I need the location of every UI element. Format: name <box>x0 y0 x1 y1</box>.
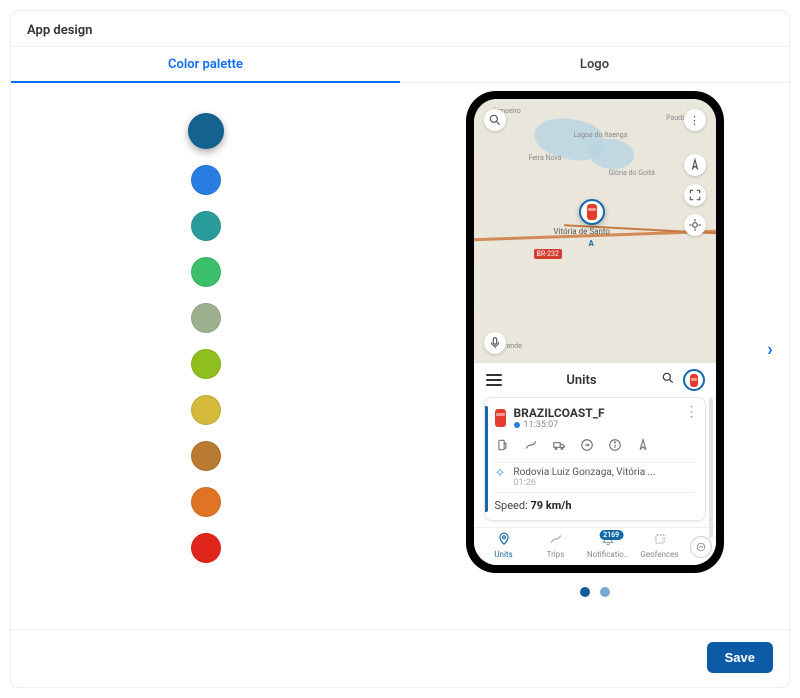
nav-trips[interactable]: Trips <box>530 532 582 559</box>
color-swatch[interactable] <box>191 441 221 471</box>
save-button[interactable]: Save <box>707 642 773 673</box>
bottom-nav: Units Trips 2169 <box>474 527 716 565</box>
navigate-icon[interactable] <box>635 438 651 456</box>
nav-units[interactable]: Units <box>478 532 530 559</box>
status-dot <box>514 422 520 428</box>
color-swatch[interactable] <box>191 257 221 287</box>
map-place-label: Feira Nova <box>529 154 562 162</box>
route-icon: ✧ <box>495 467 506 480</box>
car-icon <box>495 409 506 427</box>
tab-logo[interactable]: Logo <box>400 47 789 82</box>
color-swatch[interactable] <box>191 533 221 563</box>
divider <box>495 462 695 463</box>
info-icon[interactable] <box>607 438 623 456</box>
color-swatch[interactable] <box>191 165 221 195</box>
selected-unit-avatar[interactable] <box>683 369 705 391</box>
truck-icon[interactable] <box>551 438 567 456</box>
map-area[interactable]: BR-232 Limoeiro Paudalho Lagoa do Itaeng… <box>474 99 716 362</box>
map-place-label: Glória do Goitá <box>609 169 655 177</box>
fuel-icon[interactable] <box>495 438 511 456</box>
palette-column <box>11 83 400 623</box>
color-swatch[interactable] <box>191 349 221 379</box>
pager-dot[interactable] <box>580 587 590 597</box>
color-swatch[interactable] <box>191 395 221 425</box>
content: BR-232 Limoeiro Paudalho Lagoa do Itaeng… <box>11 83 789 623</box>
map-a-marker: A <box>589 239 594 248</box>
color-swatch[interactable] <box>188 113 224 149</box>
search-icon[interactable] <box>484 109 506 131</box>
app-design-panel: App design Color palette Logo <box>10 10 790 688</box>
speed-row: Speed: 79 km/h <box>495 499 695 512</box>
map-place-label: Lagoa do Itaenga <box>574 131 628 139</box>
unit-marker[interactable] <box>579 199 605 225</box>
nav-label: Trips <box>547 550 565 559</box>
more-icon[interactable]: ⋮ <box>685 408 699 416</box>
pin-icon <box>478 532 530 550</box>
divider <box>495 492 695 493</box>
sheet-title: Units <box>566 373 596 388</box>
chevron-right-icon[interactable]: › <box>759 338 781 360</box>
more-icon[interactable]: ⋮ <box>684 109 706 131</box>
share-icon[interactable] <box>579 438 595 456</box>
nav-label: Geofences <box>640 550 678 559</box>
card-accent <box>485 406 488 512</box>
menu-icon[interactable] <box>486 374 502 386</box>
nav-notifications[interactable]: 2169 Notificatio.. <box>582 532 634 559</box>
bottom-sheet: Units <box>474 362 716 565</box>
sheet-header: Units <box>474 363 716 397</box>
car-icon <box>587 204 597 220</box>
unit-time: 11:35:07 <box>524 420 559 430</box>
nav-geofences[interactable]: Geofences <box>634 532 686 559</box>
mic-icon[interactable] <box>484 332 506 354</box>
scrollbar[interactable] <box>709 398 713 538</box>
search-icon[interactable] <box>661 371 675 389</box>
phone-screen: BR-232 Limoeiro Paudalho Lagoa do Itaeng… <box>474 99 716 565</box>
nav-label: Notificatio.. <box>587 550 628 559</box>
unit-name: BRAZILCOAST_F <box>514 406 605 420</box>
card-action-icons <box>495 438 695 456</box>
tab-color-palette[interactable]: Color palette <box>11 47 400 82</box>
road-badge: BR-232 <box>534 249 562 259</box>
car-icon <box>690 374 698 387</box>
color-swatch[interactable] <box>191 211 221 241</box>
compass-icon[interactable] <box>684 154 706 176</box>
nav-label: Units <box>494 550 512 559</box>
color-swatch[interactable] <box>191 487 221 517</box>
locate-icon[interactable] <box>684 214 706 236</box>
color-swatch[interactable] <box>191 303 221 333</box>
panel-title: App design <box>11 23 789 46</box>
notifications-badge: 2169 <box>599 530 623 540</box>
unit-address-time: 01:26 <box>513 478 655 488</box>
fullscreen-icon[interactable] <box>684 184 706 206</box>
geofence-icon <box>634 532 686 550</box>
footer: Save <box>11 629 789 687</box>
tabs: Color palette Logo <box>11 46 789 83</box>
unit-address: Rodovia Luiz Gonzaga, Vitória ... <box>513 467 655 478</box>
speed-label: Speed: <box>495 499 528 512</box>
phone-frame: BR-232 Limoeiro Paudalho Lagoa do Itaeng… <box>466 91 724 573</box>
unit-card[interactable]: ⋮ BRAZILCOAST_F 11:35:07 <box>484 397 706 521</box>
preview-column: BR-232 Limoeiro Paudalho Lagoa do Itaeng… <box>400 83 789 623</box>
route-icon <box>530 532 582 550</box>
pager-dots <box>580 587 610 597</box>
route-icon[interactable] <box>523 438 539 456</box>
pager-dot[interactable] <box>600 587 610 597</box>
map-place-label: Vitória de Santo <box>554 227 611 236</box>
collapse-icon[interactable] <box>690 536 712 558</box>
speed-value: 79 km/h <box>530 499 571 512</box>
